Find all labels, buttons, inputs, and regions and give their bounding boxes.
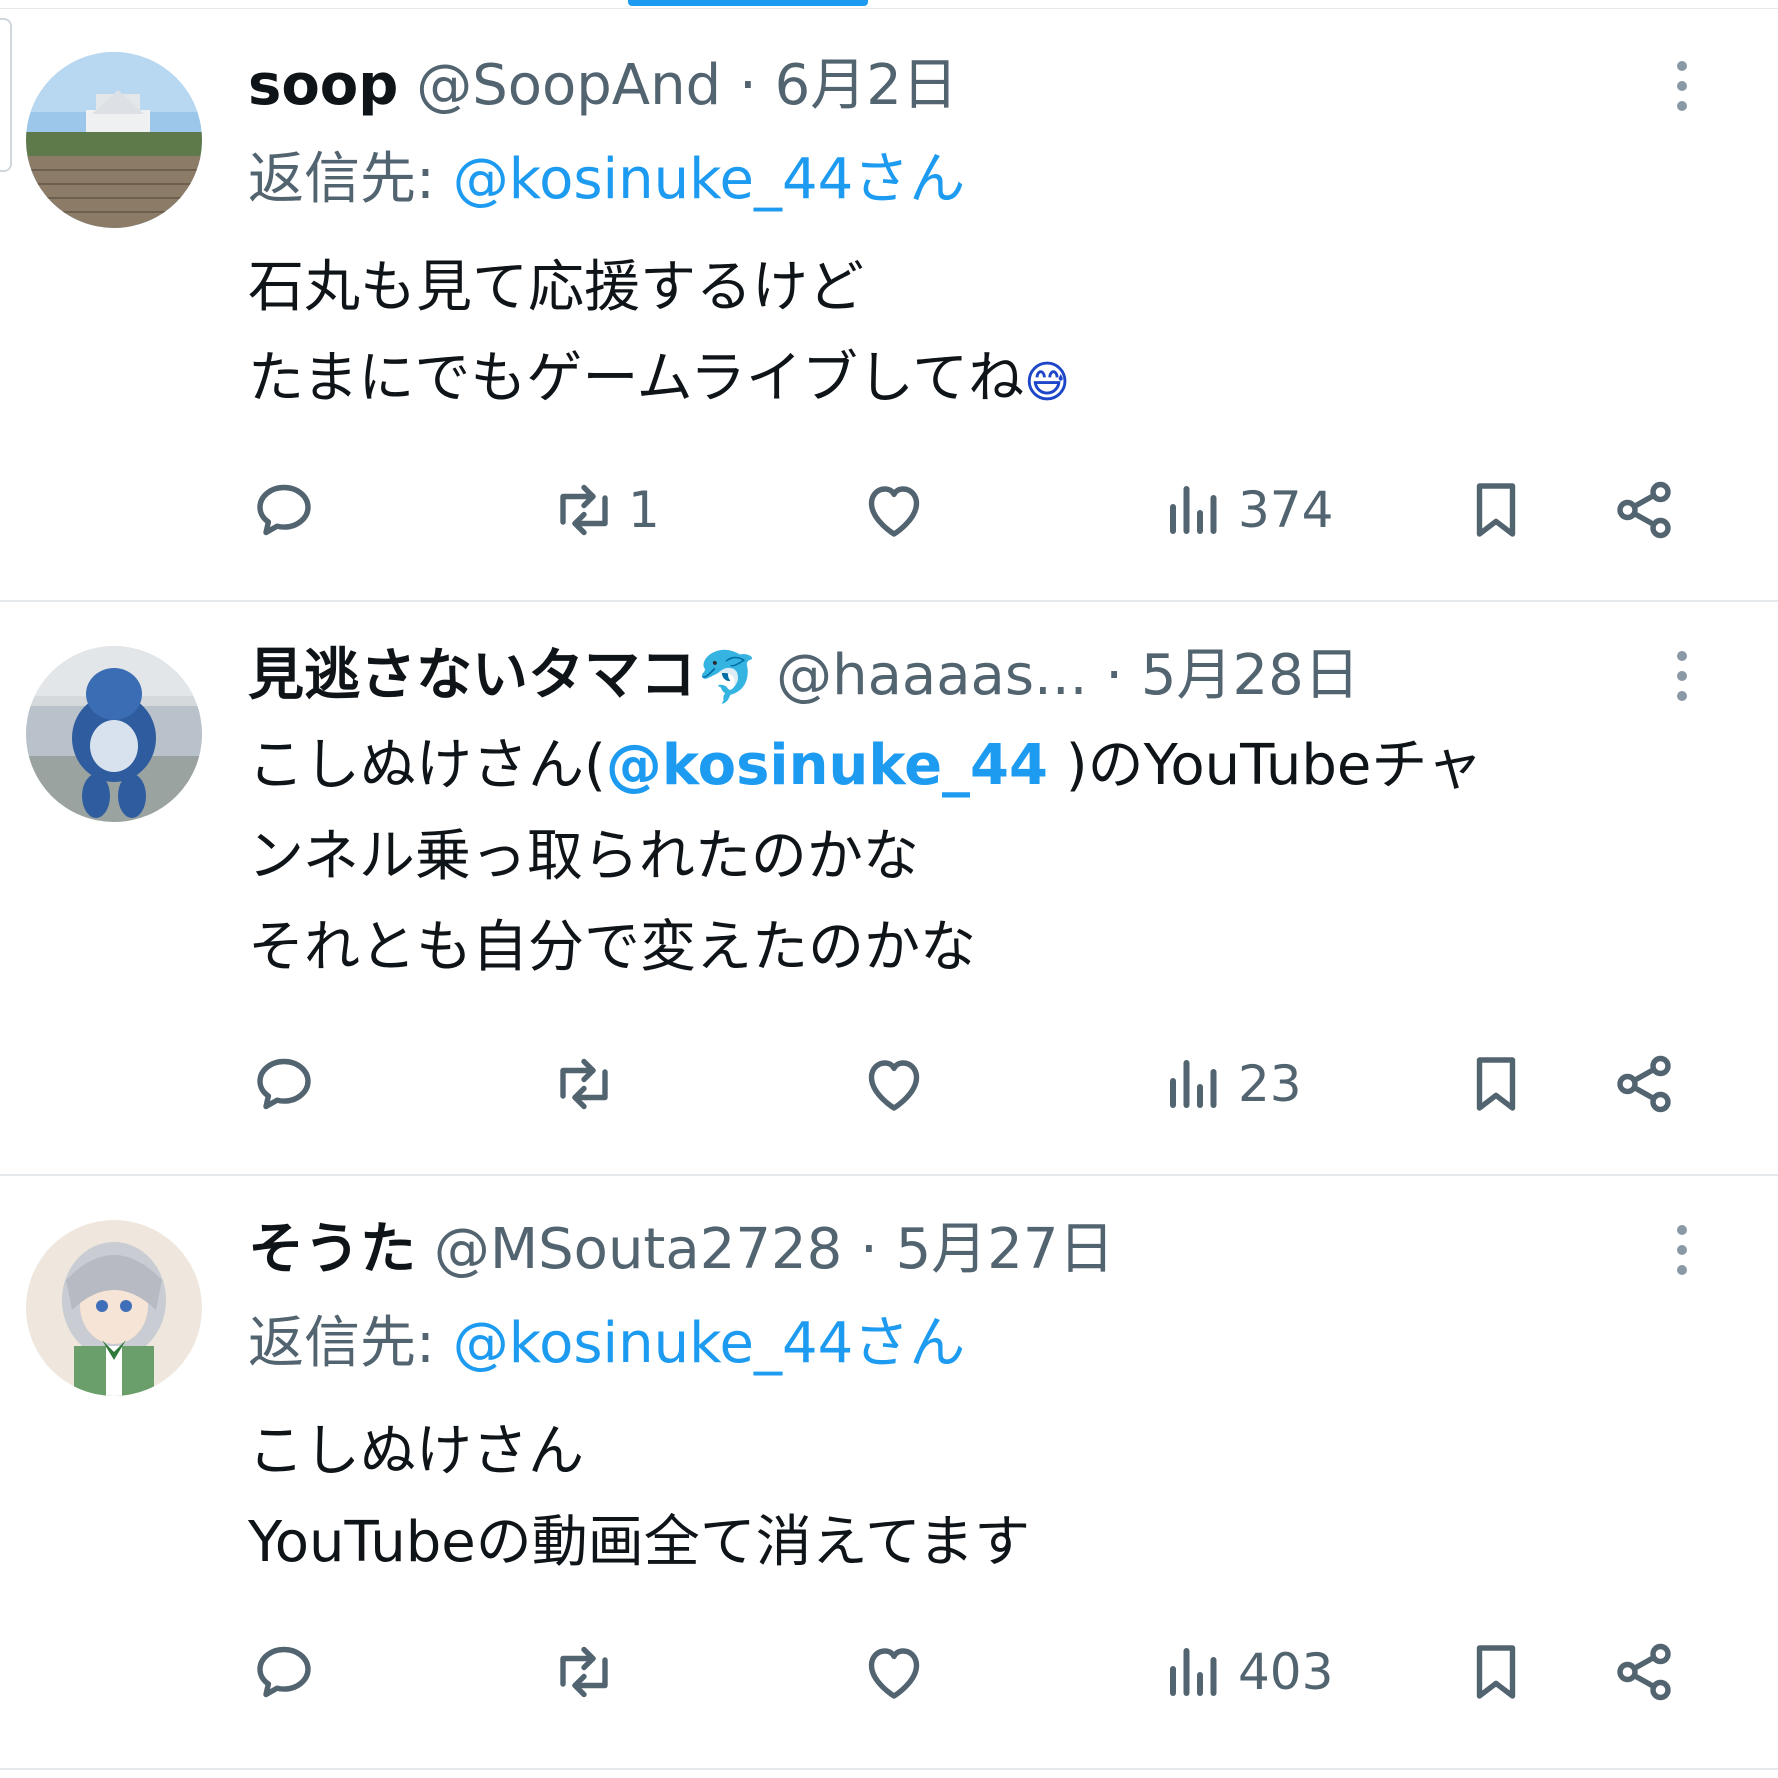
action-bar: 403 [248, 1632, 1688, 1712]
user-handle[interactable]: @SoopAnd [416, 53, 721, 118]
retweet-button[interactable]: 1 [548, 470, 660, 550]
reply-mention[interactable]: @kosinuke_44さん [453, 1311, 966, 1376]
separator: · [860, 1217, 878, 1282]
reply-button[interactable] [248, 1044, 320, 1124]
tweet-text-line: ンネル乗っ取られたのかな [248, 824, 919, 889]
tweet-header: 見逃さないタマコ🐬 @haaaas... · 5月28日 [248, 636, 1668, 716]
user-handle[interactable]: @MSouta2728 [434, 1217, 842, 1282]
more-icon[interactable] [1662, 636, 1702, 716]
like-icon [868, 1648, 920, 1699]
tweet[interactable]: そうた @MSouta2728 · 5月27日 返信先: @kosinuke_4… [0, 1176, 1778, 1770]
bookmark-icon [1476, 483, 1516, 537]
reply-to: 返信先: @kosinuke_44さん [248, 1304, 965, 1384]
views-button[interactable]: 374 [1158, 470, 1333, 550]
user-handle[interactable]: @haaaas... [776, 643, 1087, 708]
more-icon[interactable] [1662, 1210, 1702, 1290]
tweet-header: そうた @MSouta2728 · 5月27日 [248, 1210, 1668, 1290]
like-button[interactable] [858, 470, 930, 550]
reply-icon [257, 484, 311, 536]
display-name[interactable]: 見逃さないタマコ [248, 643, 696, 708]
reply-to-label: 返信先: [248, 1311, 435, 1376]
views-icon [1170, 1648, 1217, 1696]
display-name[interactable]: そうた [248, 1217, 416, 1282]
action-bar: 1 374 [248, 470, 1688, 550]
reply-button[interactable] [248, 470, 320, 550]
tweet-text-line: こしぬけさん(@kosinuke_44 )のYouTubeチャ [248, 733, 1483, 798]
views-count: 374 [1238, 481, 1334, 539]
reply-icon [257, 1058, 311, 1110]
tweet-date[interactable]: 5月27日 [896, 1217, 1115, 1282]
retweet-button[interactable] [548, 1632, 620, 1712]
avatar[interactable] [26, 646, 202, 822]
tweet-date[interactable]: 5月28日 [1141, 643, 1360, 708]
reply-mention[interactable]: @kosinuke_44さん [453, 147, 966, 212]
reply-to-label: 返信先: [248, 147, 435, 212]
views-count: 23 [1238, 1055, 1302, 1113]
share-button[interactable] [1608, 1044, 1680, 1124]
tweet[interactable]: 見逃さないタマコ🐬 @haaaas... · 5月28日 こしぬけさん(@kos… [0, 602, 1778, 1176]
tweet[interactable]: soop @SoopAnd · 6月2日 返信先: @kosinuke_44さん… [0, 10, 1778, 602]
retweet-icon [560, 1646, 608, 1698]
views-button[interactable]: 23 [1158, 1044, 1302, 1124]
separator: · [1105, 643, 1124, 708]
retweet-count: 1 [628, 481, 660, 539]
separator: · [738, 53, 757, 118]
tweet-date[interactable]: 6月2日 [775, 53, 958, 118]
dolphin-emoji: 🐬 [696, 648, 759, 706]
like-button[interactable] [858, 1044, 930, 1124]
tweet-text: 石丸も見て応援するけど たまにでもゲームライブしてね😅 [248, 242, 1698, 428]
share-button[interactable] [1608, 1632, 1680, 1712]
tweet-header: soop @SoopAnd · 6月2日 [248, 46, 1668, 126]
reply-to: 返信先: @kosinuke_44さん [248, 140, 965, 220]
views-icon [1170, 486, 1217, 534]
views-count: 403 [1238, 1643, 1334, 1701]
sweat-smile-emoji: 😅 [1024, 357, 1071, 408]
tweet-text-line: 石丸も見て応援するけど [248, 255, 864, 320]
tweet-text-line: YouTubeの動画全て消えてます [248, 1510, 1031, 1575]
retweet-icon [560, 1058, 608, 1110]
tweet-text-line: それとも自分で変えたのかな [248, 915, 976, 980]
more-icon[interactable] [1662, 46, 1702, 126]
like-button[interactable] [858, 1632, 930, 1712]
share-icon [1617, 1055, 1671, 1113]
action-bar: 23 [248, 1044, 1688, 1124]
display-name[interactable]: soop [248, 53, 398, 118]
bookmark-icon [1476, 1645, 1516, 1699]
views-icon [1170, 1060, 1217, 1108]
tweet-text-line: こしぬけさん [248, 1419, 584, 1484]
avatar[interactable] [26, 1220, 202, 1396]
reply-button[interactable] [248, 1632, 320, 1712]
mention-link[interactable]: @kosinuke_44 [606, 733, 1048, 798]
tweet-text-line: たまにでもゲームライブしてね😅 [248, 346, 1071, 411]
tweet-text: こしぬけさん YouTubeの動画全て消えてます [248, 1406, 1698, 1588]
active-tab-indicator [628, 0, 868, 6]
retweet-icon [560, 484, 608, 536]
share-button[interactable] [1608, 470, 1680, 550]
top-divider [0, 0, 1778, 9]
tweet-text: こしぬけさん(@kosinuke_44 )のYouTubeチャ ンネル乗っ取られ… [248, 720, 1698, 993]
like-icon [868, 1060, 920, 1111]
share-icon [1617, 1643, 1671, 1701]
share-icon [1617, 481, 1671, 539]
reply-icon [257, 1646, 311, 1698]
bookmark-icon [1476, 1057, 1516, 1111]
bookmark-button[interactable] [1460, 470, 1532, 550]
bookmark-button[interactable] [1460, 1044, 1532, 1124]
like-icon [868, 486, 920, 537]
avatar[interactable] [26, 52, 202, 228]
retweet-button[interactable] [548, 1044, 620, 1124]
views-button[interactable]: 403 [1158, 1632, 1333, 1712]
bookmark-button[interactable] [1460, 1632, 1532, 1712]
